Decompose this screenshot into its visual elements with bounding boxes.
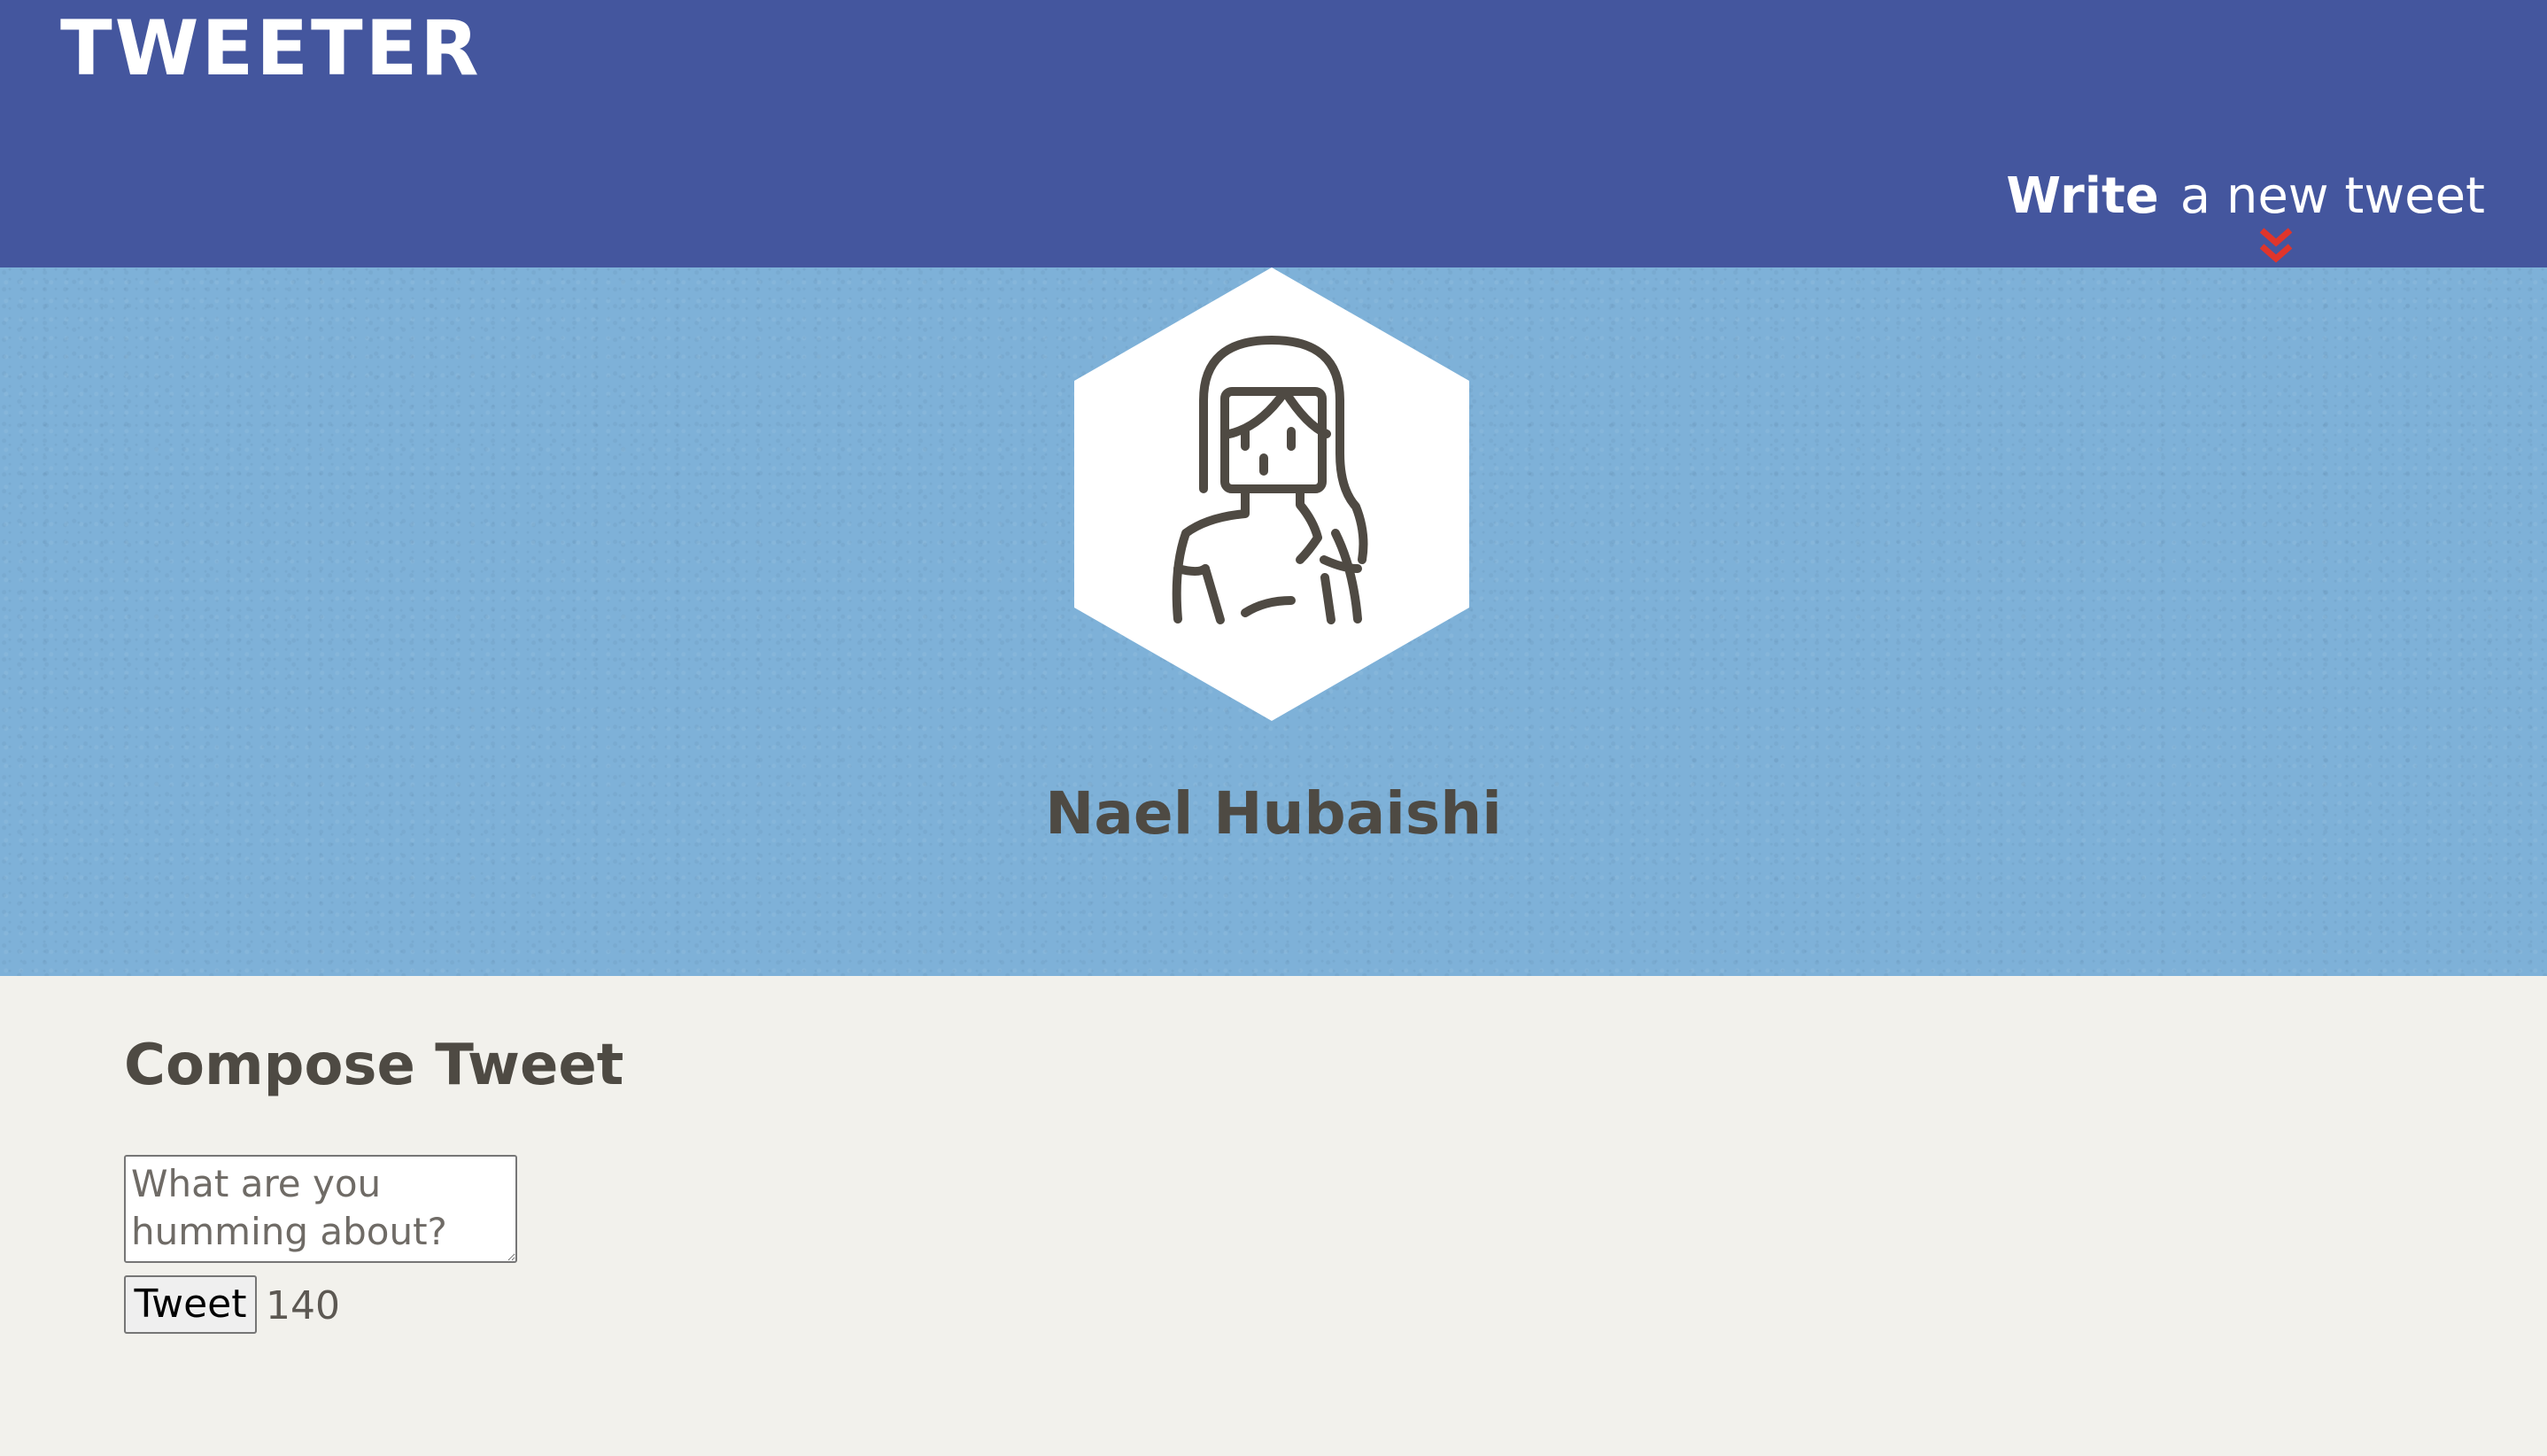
- compose-tweet-section: Compose Tweet Tweet 140: [124, 1027, 624, 1334]
- woman-avatar-icon: [1074, 267, 1469, 721]
- compose-toggle-light: a new tweet: [2179, 167, 2485, 225]
- character-counter: 140: [266, 1283, 340, 1328]
- profile-name: Nael Hubaishi: [1045, 779, 1502, 848]
- brand-logo[interactable]: TWEETER: [60, 2, 482, 96]
- compose-heading: Compose Tweet: [124, 1033, 624, 1098]
- compose-toggle-strong: Write: [2006, 167, 2159, 225]
- tweet-button[interactable]: Tweet: [124, 1275, 257, 1334]
- compose-toggle[interactable]: Write a new tweet: [2006, 163, 2485, 230]
- tweet-textarea[interactable]: [124, 1155, 517, 1263]
- double-chevron-down-icon[interactable]: [2258, 227, 2294, 264]
- top-nav: TWEETER Write a new tweet: [0, 0, 2547, 267]
- profile-banner: Nael Hubaishi: [0, 267, 2547, 976]
